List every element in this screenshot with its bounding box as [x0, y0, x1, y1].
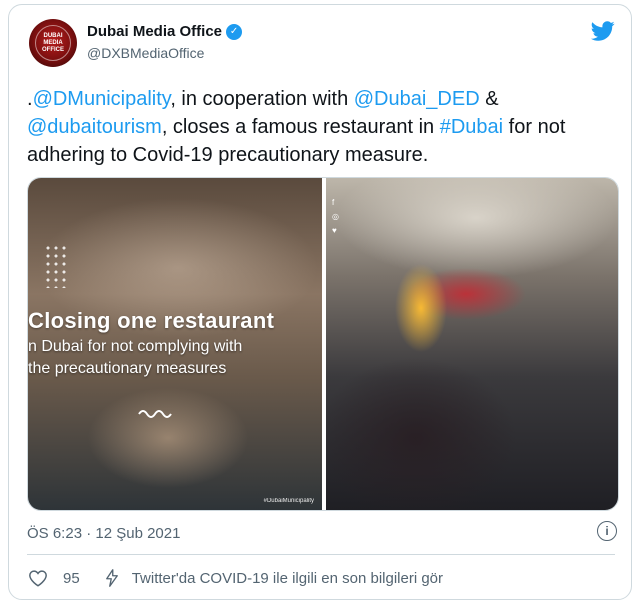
image-subtitle-1: n Dubai for not complying with [28, 338, 243, 355]
author-name-row[interactable]: Dubai Media Office ✓ [87, 23, 243, 40]
verified-badge-icon: ✓ [226, 23, 243, 40]
social-icons: f ◎ ♥ [332, 196, 339, 238]
covid-info-link[interactable]: Twitter'da COVID-19 ile ilgili en son bi… [132, 570, 443, 587]
action-bar: 95 Twitter'da COVID-19 ile ilgili en son… [27, 567, 443, 589]
twitter-small-icon: ♥ [332, 226, 337, 235]
author-handle[interactable]: @DXBMediaOffice [87, 45, 204, 61]
mention-dubai-ded[interactable]: @Dubai_DED [354, 88, 480, 110]
avatar[interactable]: DUBAI MEDIA OFFICE [29, 19, 77, 67]
facebook-icon: f [332, 198, 335, 207]
hashtag-dubai[interactable]: #Dubai [440, 116, 503, 138]
media-image-left[interactable]: Closing one restaurant n Dubai for not c… [28, 178, 322, 510]
author-name[interactable]: Dubai Media Office [87, 23, 222, 40]
mention-dubaitourism[interactable]: @dubaitourism [27, 116, 162, 138]
mention-dmunicipality[interactable]: @DMunicipality [33, 88, 171, 110]
tweet-card: DUBAI MEDIA OFFICE Dubai Media Office ✓ … [8, 4, 632, 600]
text-segment-1: , in cooperation with [170, 88, 354, 110]
wave-icon [138, 410, 172, 418]
text-segment-3: , closes a famous restaurant in [161, 116, 440, 138]
twitter-bird-icon[interactable] [589, 19, 617, 43]
image-subtitle-2: the precautionary measures [28, 360, 227, 377]
avatar-logo: DUBAI MEDIA OFFICE [35, 25, 71, 61]
media-image-right[interactable]: f ◎ ♥ [326, 178, 618, 510]
heart-icon[interactable] [27, 568, 49, 588]
tweet-text: .@DMunicipality, in cooperation with @Du… [27, 85, 623, 169]
info-icon[interactable]: i [597, 521, 617, 541]
text-segment-2: & [479, 88, 499, 110]
instagram-icon: ◎ [332, 212, 339, 221]
image-hashtag: #DubaiMunicipality [263, 498, 314, 504]
tweet-timestamp[interactable]: ÖS 6:23 · 12 Şub 2021 [27, 525, 180, 542]
divider [27, 554, 615, 555]
dot-grid-decoration [44, 244, 68, 288]
media-grid[interactable]: Closing one restaurant n Dubai for not c… [27, 177, 619, 511]
like-count[interactable]: 95 [63, 570, 80, 587]
lightning-icon[interactable] [102, 567, 122, 589]
image-headline: Closing one restaurant [28, 308, 275, 333]
